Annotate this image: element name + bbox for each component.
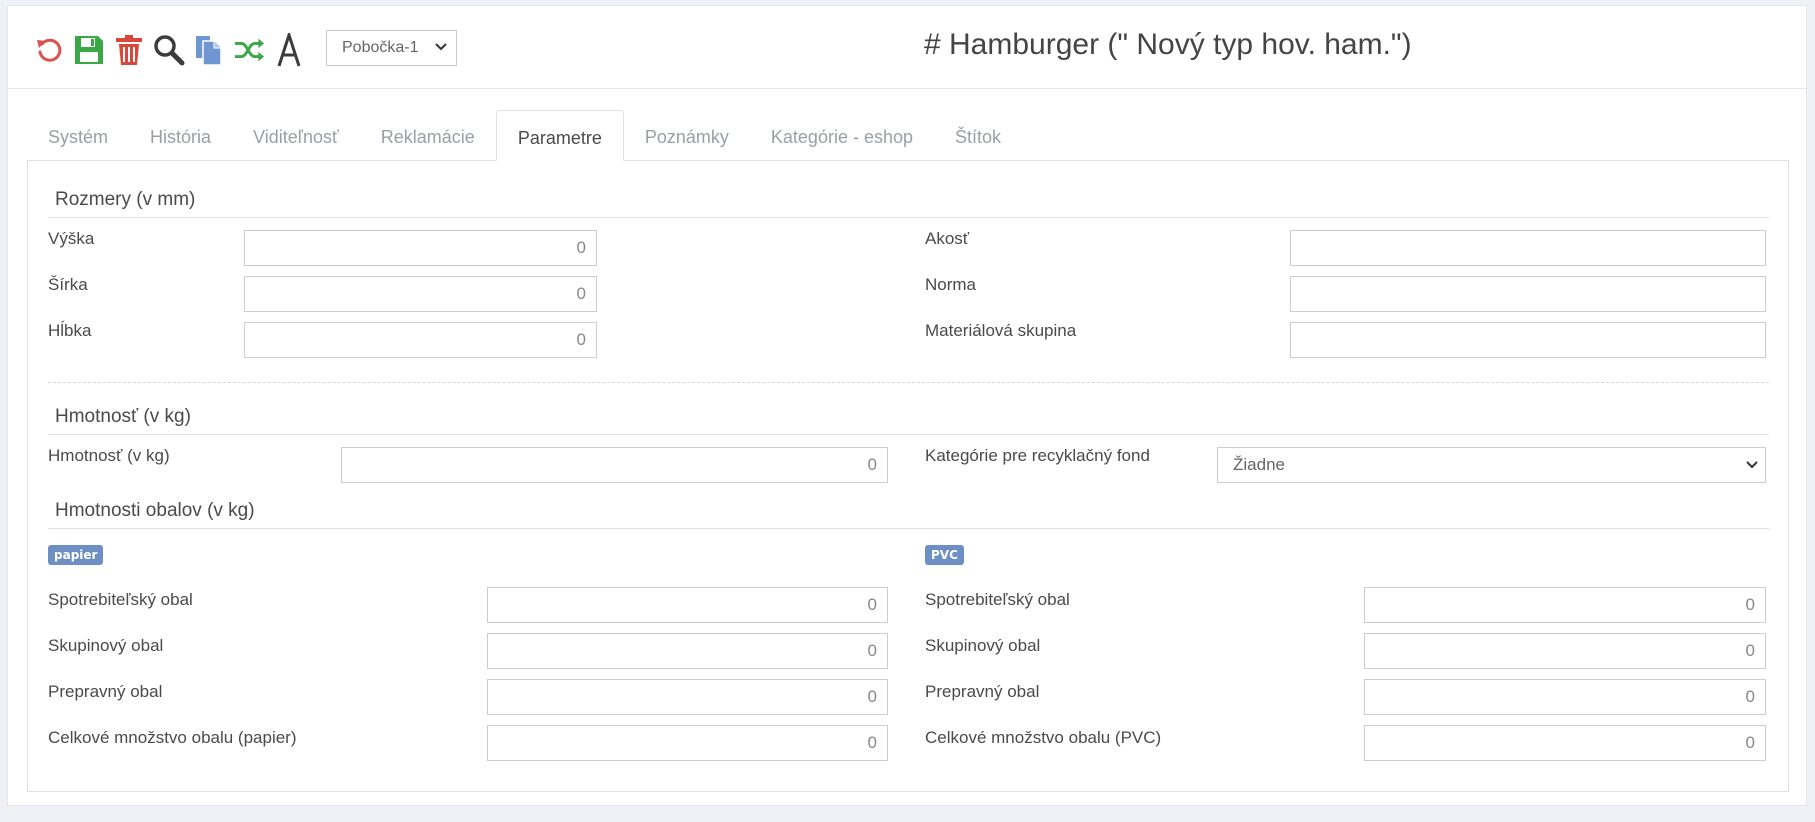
paper-consumer-input[interactable] — [487, 587, 888, 623]
paper-transport-input[interactable] — [487, 679, 888, 715]
tab-complaints[interactable]: Reklamácie — [360, 110, 496, 161]
width-label: Šírka — [48, 275, 88, 294]
material-group-label: Materiálová skupina — [925, 321, 1077, 340]
main-panel: Pobočka-1 # Hamburger (" Nový typ hov. h… — [7, 5, 1807, 806]
section-divider — [48, 217, 1769, 218]
height-input[interactable] — [244, 230, 597, 266]
paper-transport-label: Prepravný obal — [48, 682, 163, 701]
paper-group-label: Skupinový obal — [48, 636, 164, 655]
weight-label: Hmotnosť (v kg) — [48, 446, 170, 465]
pvc-total-label: Celkové množstvo obalu (PVC) — [925, 728, 1162, 747]
paper-total-label: Celkové množstvo obalu (papier) — [48, 728, 297, 747]
paper-total-input[interactable] — [487, 725, 888, 761]
pvc-transport-input[interactable] — [1364, 679, 1766, 715]
page-title: # Hamburger (" Nový typ hov. ham.") — [924, 28, 1412, 61]
material-group-input[interactable] — [1290, 322, 1766, 358]
pvc-consumer-input[interactable] — [1364, 587, 1766, 623]
section-divider — [48, 434, 1769, 435]
toolbar — [33, 29, 305, 71]
height-label: Výška — [48, 229, 95, 248]
save-icon[interactable] — [73, 32, 105, 68]
branch-select[interactable]: Pobočka-1 — [326, 30, 457, 66]
tab-notes[interactable]: Poznámky — [624, 110, 750, 161]
pvc-group-input[interactable] — [1364, 633, 1766, 669]
shuffle-icon[interactable] — [233, 32, 265, 68]
trash-icon[interactable] — [113, 32, 145, 68]
width-input[interactable] — [244, 276, 597, 312]
paper-group-input[interactable] — [487, 633, 888, 669]
recycle-category-value: Žiadne — [1233, 455, 1285, 474]
paper-badge: papier — [48, 545, 104, 565]
pvc-total-input[interactable] — [1364, 725, 1766, 761]
tab-eshop-categories[interactable]: Kategórie - eshop — [750, 110, 934, 161]
recycle-category-select[interactable]: Žiadne — [1217, 447, 1766, 483]
chevron-down-icon — [1745, 457, 1759, 477]
weight-title: Hmotnosť (v kg) — [55, 406, 191, 427]
top-bar: Pobočka-1 # Hamburger (" Nový typ hov. h… — [8, 6, 1806, 89]
tab-label[interactable]: Štítok — [934, 110, 1022, 161]
weight-input[interactable] — [341, 447, 888, 483]
dimensions-title: Rozmery (v mm) — [55, 189, 196, 210]
dashed-divider — [48, 382, 1769, 383]
depth-input[interactable] — [244, 322, 597, 358]
paper-consumer-label: Spotrebiteľský obal — [48, 590, 193, 609]
tab-bar: Systém História Viditeľnosť Reklamácie P… — [27, 110, 1022, 161]
quality-input[interactable] — [1290, 230, 1766, 266]
recycle-category-label: Kategórie pre recyklačný fond — [925, 446, 1150, 465]
norm-label: Norma — [925, 275, 977, 294]
pvc-consumer-label: Spotrebiteľský obal — [925, 590, 1070, 609]
norm-input[interactable] — [1290, 276, 1766, 312]
pvc-group-label: Skupinový obal — [925, 636, 1041, 655]
font-icon[interactable] — [273, 32, 305, 68]
branch-select-value: Pobočka-1 — [342, 39, 419, 56]
tab-history[interactable]: História — [129, 110, 232, 161]
copy-icon[interactable] — [193, 32, 225, 68]
section-divider — [48, 528, 1769, 529]
tab-system[interactable]: Systém — [27, 110, 129, 161]
packaging-title: Hmotnosti obalov (v kg) — [55, 500, 255, 521]
tab-visibility[interactable]: Viditeľnosť — [232, 110, 360, 161]
chevron-down-icon — [434, 40, 448, 59]
search-icon[interactable] — [153, 32, 185, 68]
depth-label: Hĺbka — [48, 321, 92, 340]
refresh-icon[interactable] — [33, 32, 65, 68]
tab-parameters[interactable]: Parametre — [495, 110, 624, 161]
quality-label: Akosť — [925, 229, 970, 248]
parameters-content: Rozmery (v mm) Výška Šírka Hĺbka Akosť N… — [27, 160, 1789, 792]
pvc-transport-label: Prepravný obal — [925, 682, 1040, 701]
pvc-badge: PVC — [925, 545, 964, 565]
